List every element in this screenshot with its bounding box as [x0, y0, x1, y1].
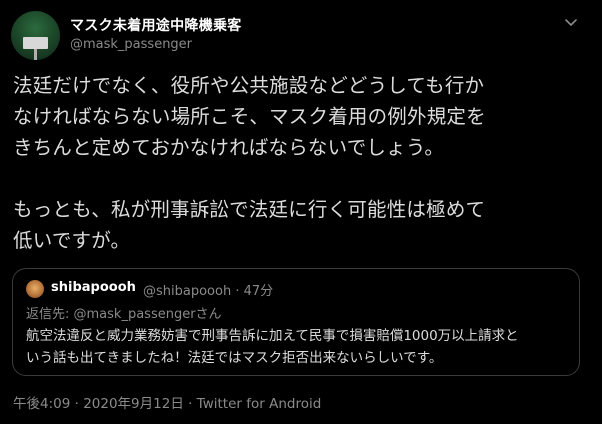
tweet-text-line: 法廷だけでなく、役所や公共施設などどうしても行か: [13, 74, 485, 97]
quoted-text-line: いう話も出てきましたね！法廷ではマスク拒否出来ないらしいです。: [26, 350, 443, 366]
tweet-text-line: きちんと定めておかなければならないでしょう。: [13, 136, 445, 159]
display-name[interactable]: マスク未着用途中降機乗客: [70, 15, 242, 35]
avatar[interactable]: [11, 11, 60, 60]
quoted-tweet-card[interactable]: shibapoooh @shibapoooh · 47分 返信先: @mask_…: [12, 268, 580, 376]
chevron-down-icon[interactable]: [562, 13, 580, 31]
reply-to-line: 返信先: @mask_passengerさん: [26, 303, 222, 322]
quoted-avatar[interactable]: [26, 280, 44, 298]
tweet-text-line: もっとも、私が刑事訴訟で法廷に行く可能性は極めて: [13, 198, 486, 221]
quoted-text-line: 航空法違反と威力業務妨害で刑事告訴に加えて民事で損害賠償1000万以上請求と: [26, 328, 519, 344]
tweet-text-line: なければならない場所こそ、マスク着用の例外規定を: [13, 105, 486, 128]
reply-prefix: 返信先:: [26, 307, 74, 322]
tweet-text: 法廷だけでなく、役所や公共施設などどうしても行か なければならない場所こそ、マス…: [13, 70, 593, 256]
quoted-tweet-text: 航空法違反と威力業務妨害で刑事告訴に加えて民事で損害賠償1000万以上請求と い…: [26, 325, 571, 369]
reply-mention-link[interactable]: @mask_passengerさん: [74, 307, 222, 322]
avatar-sign-graphic: [23, 37, 48, 49]
avatar-stand-graphic: [34, 49, 37, 60]
quoted-handle-time: @shibapoooh · 47分: [143, 284, 274, 299]
user-handle[interactable]: @mask_passenger: [70, 37, 192, 52]
tweet-text-line-blank: [13, 163, 593, 194]
tweet-text-line: 低いですが。: [13, 229, 131, 252]
tweet-timestamp-source[interactable]: 午後4:09 · 2020年9月12日 · Twitter for Androi…: [13, 392, 321, 412]
quoted-display-name[interactable]: shibapoooh: [51, 280, 136, 295]
